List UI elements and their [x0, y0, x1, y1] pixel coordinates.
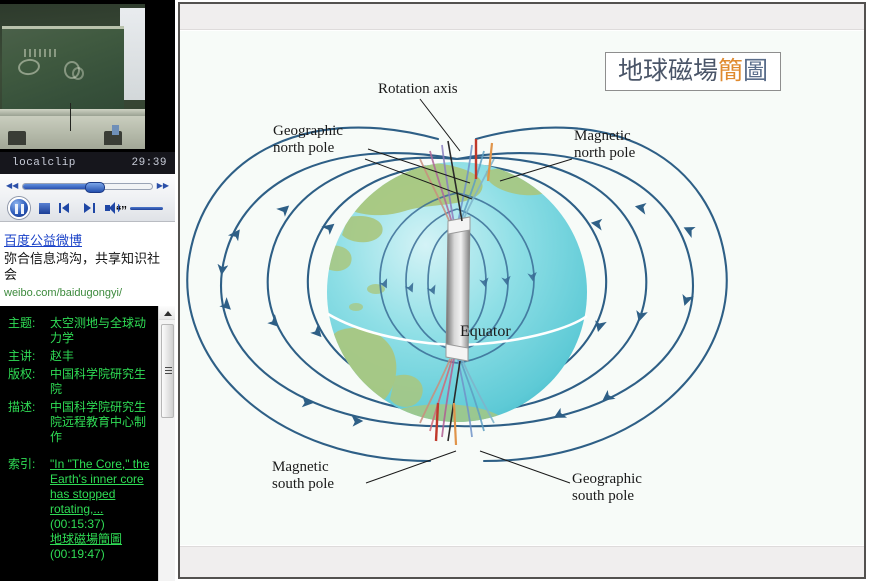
ad-link[interactable]: 百度公益微博 — [4, 233, 169, 249]
meta-value: 太空测地与全球动力学 — [50, 316, 147, 345]
meta-key: 版权: — [8, 367, 36, 381]
next-track-icon[interactable] — [82, 202, 96, 215]
volume-icon[interactable] — [105, 201, 121, 215]
index-key: 索引: — [8, 457, 36, 471]
scroll-up-arrow-icon[interactable] — [159, 306, 175, 320]
meta-key: 主题: — [8, 316, 36, 330]
title-part-2: 簡 — [718, 56, 744, 85]
scrollbar-thumb[interactable] — [161, 324, 174, 418]
meta-value: 中国科学院研究生院 — [50, 367, 147, 396]
index-item-link[interactable]: "In "The Core," the Earth's inner core h… — [50, 457, 154, 517]
label-geographic-south-pole: Geographic south pole — [572, 471, 642, 504]
lecture-video-player[interactable] — [0, 0, 175, 152]
desk — [8, 131, 26, 145]
label-equator: Equator — [460, 323, 511, 340]
scrollbar-grip-icon — [165, 367, 172, 374]
transport-buttons — [0, 195, 175, 221]
ad-url: weibo.com/baidugongyi/ — [4, 287, 123, 300]
chalk-ledge — [0, 109, 145, 116]
main-panel: 地球磁場簡圖 Rotation axis Geographic north po… — [175, 0, 869, 581]
seek-slider[interactable] — [22, 181, 153, 193]
meta-row-subject: 主题: 太空测地与全球动力学 — [8, 316, 154, 346]
classroom-floor — [0, 103, 145, 149]
index-item-link[interactable]: 地球磁場簡圖 — [50, 532, 154, 547]
cup — [112, 125, 119, 135]
chalk-writing — [24, 49, 58, 57]
chalkboard — [2, 26, 124, 109]
index-item-time: (00:19:47) — [50, 547, 105, 561]
title-part-3: 圖 — [743, 56, 769, 85]
course-info-list: 主题: 太空测地与全球动力学 主讲: 赵丰 版权: 中国科学院研究生院 描述: … — [0, 306, 158, 565]
application-window: localclip 29:39 ◀◀ ▶▶ 百度公益微博 弥合信息鸿沟，共享知识… — [0, 0, 869, 581]
seek-progress-fill — [23, 183, 91, 189]
label-magnetic-south-pole: Magnetic south pole — [272, 459, 335, 492]
rewind-icon[interactable]: ◀◀ — [6, 182, 18, 190]
microphone-stand — [70, 103, 71, 131]
status-bar — [180, 546, 864, 577]
meta-value: 中国科学院研究生院远程教育中心制作 — [50, 400, 147, 444]
slide-window: 地球磁場簡圖 Rotation axis Geographic north po… — [178, 2, 866, 579]
meta-key: 描述: — [8, 400, 36, 414]
previous-track-icon[interactable] — [59, 202, 73, 215]
index-list: "In "The Core," the Earth's inner core h… — [50, 457, 154, 562]
clip-time: 29:39 — [131, 157, 167, 169]
ad-text: 弥合信息鸿沟，共享知识社会 — [4, 250, 161, 283]
label-rotation-axis: Rotation axis — [378, 81, 458, 97]
meta-row-copyright: 版权: 中国科学院研究生院 — [8, 367, 154, 397]
chalk-diagram — [72, 67, 84, 80]
course-info-panel: 主题: 太空测地与全球动力学 主讲: 赵丰 版权: 中国科学院研究生院 描述: … — [0, 306, 175, 581]
player-controls: ◀◀ ▶▶ — [0, 174, 175, 222]
title-part-1: 地球磁場 — [618, 56, 719, 85]
toolbar[interactable] — [180, 4, 864, 30]
seek-row: ◀◀ ▶▶ — [0, 178, 175, 194]
volume-slider[interactable] — [130, 206, 163, 210]
meta-row-description: 描述: 中国科学院研究生院远程教育中心制作 — [8, 400, 154, 445]
fast-forward-icon[interactable]: ▶▶ — [157, 182, 169, 190]
meta-row-lecturer: 主讲: 赵丰 — [8, 349, 154, 364]
stop-icon[interactable] — [39, 202, 50, 214]
video-frame — [0, 4, 145, 149]
advertisement-block: 百度公益微博 弥合信息鸿沟，共享知识社会 weibo.com/baidugong… — [0, 222, 175, 306]
meta-row-index: 索引: "In "The Core," the Earth's inner co… — [8, 457, 154, 562]
index-item-time: (00:15:37) — [50, 517, 105, 531]
pause-icon[interactable] — [8, 197, 30, 219]
meta-value: 赵丰 — [50, 349, 75, 363]
slide-title-box: 地球磁場簡圖 — [605, 52, 782, 91]
label-magnetic-north-pole: Magnetic north pole — [574, 128, 636, 161]
clip-name: localclip — [12, 157, 76, 169]
sidebar: localclip 29:39 ◀◀ ▶▶ 百度公益微博 弥合信息鸿沟，共享知识… — [0, 0, 175, 581]
player-status-bar: localclip 29:39 — [0, 152, 175, 174]
chalk-diagram — [16, 57, 42, 77]
slide-canvas: 地球磁場簡圖 Rotation axis Geographic north po… — [180, 31, 864, 545]
meta-key: 主讲: — [8, 349, 36, 363]
seek-thumb[interactable] — [84, 181, 105, 193]
label-geographic-north-pole: Geographic north pole — [273, 123, 343, 156]
sidebar-scrollbar[interactable] — [158, 306, 175, 581]
